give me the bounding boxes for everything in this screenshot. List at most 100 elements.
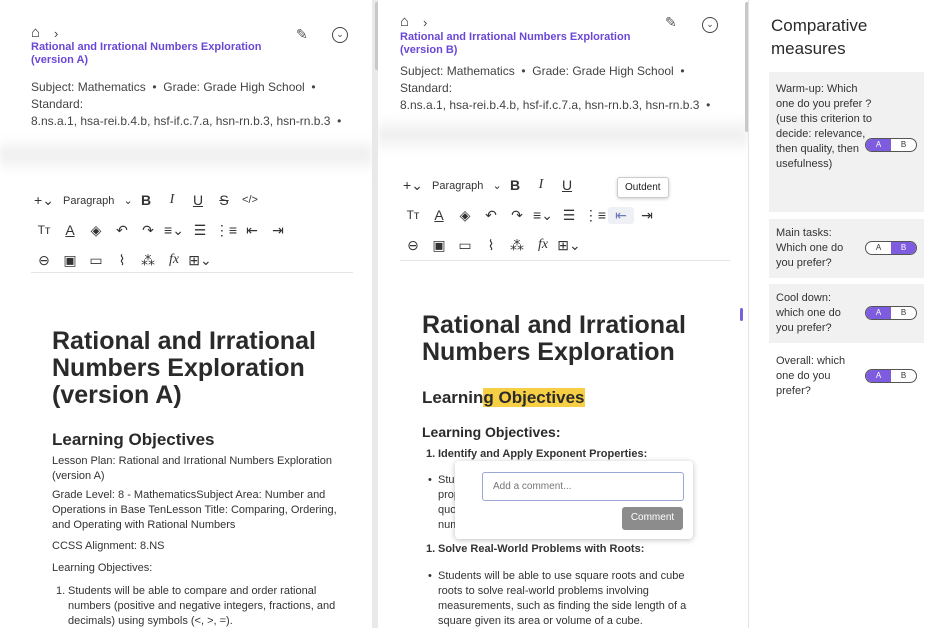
paragraph-select-value: Paragraph <box>432 179 484 192</box>
standards-value: 8.ns.a.1, hsa-rei.b.4.b, hsf-if.c.7.a, h… <box>400 98 700 112</box>
question-text: Cool down: which one do you prefer? <box>776 292 841 334</box>
editor-toolbar: +⌄ Paragraph ⌄ B I U S </> Tт A ◈ ↶ ↷ ≡⌄… <box>31 186 353 274</box>
highlight-fill-icon[interactable]: ◈ <box>83 222 109 239</box>
comment-popover: Comment <box>455 461 693 539</box>
list-number: 1. <box>426 543 436 555</box>
panel-title: Comparative measures <box>771 16 868 58</box>
undo-icon[interactable]: ↶ <box>478 207 504 224</box>
question-card-main: Main tasks: Which one do you prefer? A B <box>769 219 924 278</box>
ab-toggle[interactable]: A B <box>865 306 917 320</box>
home-icon[interactable]: ⌂ <box>31 24 40 41</box>
video-icon[interactable]: ▭ <box>83 252 109 269</box>
font-color-icon[interactable]: A <box>426 207 452 223</box>
insert-plus-icon[interactable]: +⌄ <box>400 177 426 194</box>
edit-pencil-icon[interactable]: ✎ <box>665 14 677 31</box>
bullet-list-icon[interactable]: ☰ <box>556 207 582 224</box>
question-card-warmup: Warm-up: Which one do you prefer ? (use … <box>769 72 924 212</box>
font-color-icon[interactable]: A <box>57 222 83 238</box>
option-a[interactable]: A <box>866 242 891 254</box>
faded-content <box>0 136 372 174</box>
code-icon[interactable]: </> <box>237 194 263 206</box>
option-a[interactable]: A <box>866 307 891 319</box>
italic-icon[interactable]: I <box>159 192 185 208</box>
lesson-metadata: Subject: Mathematics • Grade: Grade High… <box>31 80 342 128</box>
bold-icon[interactable]: B <box>502 177 528 193</box>
option-b[interactable]: B <box>891 139 916 151</box>
ab-toggle[interactable]: A B <box>865 138 917 152</box>
list-item-exponents: Identify and Apply Exponent Properties: <box>438 448 648 460</box>
align-icon[interactable]: ≡⌄ <box>530 207 556 224</box>
redo-icon[interactable]: ↷ <box>504 207 530 224</box>
indent-icon[interactable]: ⇥ <box>634 207 660 224</box>
table-icon[interactable]: ⊞⌄ <box>187 252 213 269</box>
paragraph-select[interactable]: Paragraph ⌄ <box>426 179 502 192</box>
option-b[interactable]: B <box>891 307 916 319</box>
lesson-title-link[interactable]: Rational and Irrational Numbers Explorat… <box>400 31 650 57</box>
italic-icon[interactable]: I <box>528 177 554 193</box>
paragraph-ccss: CCSS Alignment: 8.NS <box>52 540 165 552</box>
formula-icon[interactable]: fx <box>161 252 187 268</box>
list-item-objective-1: Students will be able to compare and ord… <box>68 585 336 627</box>
underline-icon[interactable]: U <box>185 192 211 208</box>
text-size-icon[interactable]: Tт <box>31 223 57 237</box>
underline-icon[interactable]: U <box>554 177 580 193</box>
align-icon[interactable]: ≡⌄ <box>161 222 187 239</box>
standard-label: Standard: <box>400 81 453 95</box>
option-b[interactable]: B <box>891 242 916 254</box>
option-a[interactable]: A <box>866 139 891 151</box>
numbered-list-icon[interactable]: ⋮≡ <box>582 207 608 224</box>
list-item-roots: Solve Real-World Problems with Roots: <box>438 543 645 555</box>
image-icon[interactable]: ▣ <box>426 237 452 254</box>
insert-plus-icon[interactable]: +⌄ <box>31 192 57 209</box>
learning-objectives-heading: Learning Objectives <box>52 430 215 449</box>
toolbar-divider <box>400 260 730 261</box>
image-icon[interactable]: ▣ <box>57 252 83 269</box>
grade-label: Grade: <box>532 64 569 78</box>
bullet-dot: • <box>428 474 432 486</box>
numbered-list-icon[interactable]: ⋮≡ <box>213 222 239 239</box>
formula-icon[interactable]: fx <box>530 237 556 253</box>
redo-icon[interactable]: ↷ <box>135 222 161 239</box>
chevron-down-icon[interactable]: ⌄ <box>332 27 348 43</box>
text-size-icon[interactable]: Tт <box>400 208 426 222</box>
magic-wand-icon[interactable]: ⁂ <box>135 252 161 269</box>
ab-toggle[interactable]: A B <box>865 241 917 255</box>
paragraph-objectives-label: Learning Objectives: <box>52 562 153 574</box>
highlight-fill-icon[interactable]: ◈ <box>452 207 478 224</box>
chevron-right-icon: › <box>423 15 428 30</box>
option-a[interactable]: A <box>866 370 891 382</box>
outdent-icon[interactable]: ⇤ <box>608 206 634 224</box>
standards-value: 8.ns.a.1, hsa-rei.b.4.b, hsf-if.c.7.a, h… <box>31 114 331 128</box>
heading-highlighted[interactable]: g Objectives <box>483 388 585 407</box>
paragraph-select[interactable]: Paragraph ⌄ <box>57 194 133 207</box>
attachment-icon[interactable]: ⌇ <box>478 237 504 254</box>
undo-icon[interactable]: ↶ <box>109 222 135 239</box>
home-icon[interactable]: ⌂ <box>400 13 409 30</box>
indent-icon[interactable]: ⇥ <box>265 222 291 239</box>
chevron-right-icon: › <box>54 26 59 41</box>
comparative-measures-panel: Comparative measures Warm-up: Which one … <box>749 0 934 628</box>
ab-toggle[interactable]: A B <box>865 369 917 383</box>
paragraph-select-value: Paragraph <box>63 194 115 207</box>
table-icon[interactable]: ⊞⌄ <box>556 237 582 254</box>
toolbar-divider <box>31 272 353 273</box>
list-number: 1. <box>426 448 436 460</box>
link-icon[interactable]: ⊖ <box>400 237 426 254</box>
bold-icon[interactable]: B <box>133 192 159 208</box>
comment-submit-button[interactable]: Comment <box>622 507 683 530</box>
comment-input[interactable] <box>482 472 684 501</box>
subject-label: Subject: <box>31 80 75 94</box>
strikethrough-icon[interactable]: S <box>211 192 237 208</box>
magic-wand-icon[interactable]: ⁂ <box>504 237 530 254</box>
link-icon[interactable]: ⊖ <box>31 252 57 269</box>
option-b[interactable]: B <box>891 370 916 382</box>
chevron-down-icon[interactable]: ⌄ <box>702 17 718 33</box>
lesson-metadata: Subject: Mathematics • Grade: Grade High… <box>400 64 711 112</box>
outdent-icon[interactable]: ⇤ <box>239 222 265 239</box>
lesson-title-link[interactable]: Rational and Irrational Numbers Explorat… <box>31 41 281 67</box>
edit-pencil-icon[interactable]: ✎ <box>296 26 308 43</box>
comment-marker[interactable] <box>740 308 743 321</box>
video-icon[interactable]: ▭ <box>452 237 478 254</box>
attachment-icon[interactable]: ⌇ <box>109 252 135 269</box>
bullet-list-icon[interactable]: ☰ <box>187 222 213 239</box>
